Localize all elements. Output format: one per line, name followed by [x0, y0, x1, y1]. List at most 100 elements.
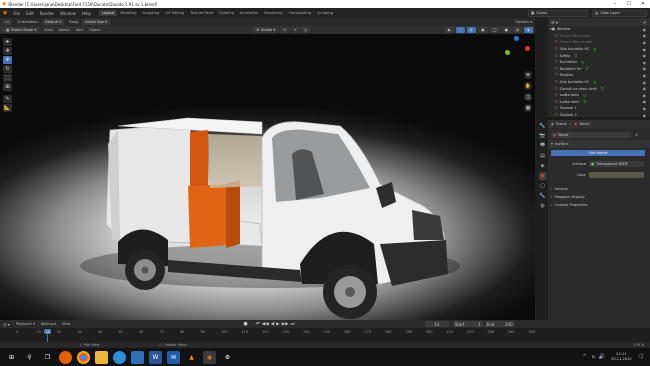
menu-file[interactable]: File [10, 11, 23, 16]
outliner-row[interactable]: ▾▣ Window ◉ [548, 26, 650, 33]
visibility-eye-icon[interactable]: ◉ [643, 27, 647, 32]
menu-select[interactable]: Select [56, 28, 73, 32]
close-button[interactable]: ✕ [636, 1, 650, 7]
material-properties-icon[interactable]: ◍ [539, 202, 547, 210]
tab-rendering[interactable]: Rendering [261, 10, 285, 16]
visibility-eye-icon[interactable]: ◉ [643, 66, 647, 71]
outliner-row[interactable]: ▽ Chrom lišta zrcadel ◉ [548, 39, 650, 46]
visibility-eye-icon[interactable]: ◉ [643, 93, 647, 98]
orientation-dropdown[interactable]: Default ▾ [41, 19, 64, 25]
menu-view[interactable]: View [41, 28, 56, 32]
volume-icon[interactable]: 🔊 [599, 354, 605, 360]
menu-timeline-view[interactable]: View [59, 322, 74, 326]
tab-scripting[interactable]: Scripting [314, 10, 336, 16]
firefox-icon[interactable] [59, 350, 72, 364]
outliner-row[interactable]: ▽ Loďka dolní ▽ ◉ [548, 92, 650, 99]
search-icon[interactable]: ⚲ [23, 351, 36, 364]
camera-view-icon[interactable]: ◫ [524, 93, 532, 101]
3d-viewport[interactable]: ⊕ ✋ ◫ ▦ [0, 34, 535, 320]
shading-solid-icon[interactable]: ● [501, 27, 511, 33]
tab-layout[interactable]: Layout [98, 10, 118, 16]
outliner-row[interactable]: ▽ Loďka horní ▽ ◉ [548, 99, 650, 106]
shading-wireframe-icon[interactable]: ◯ [489, 27, 500, 33]
world-properties-icon[interactable]: ◉ [538, 172, 547, 180]
outliner-row[interactable]: ▽ Sklo kuchařka HC ▽ ◉ [548, 79, 650, 86]
menu-help[interactable]: Help [79, 11, 94, 16]
menu-edit[interactable]: Edit [23, 11, 37, 16]
blender-taskbar-icon[interactable]: ◉ [203, 350, 216, 364]
gizmo-toggle-icon[interactable]: ⬚ [455, 27, 465, 33]
clock[interactable]: 22:11 20.11.2020 [611, 352, 632, 362]
notifications-icon[interactable]: 🗨 [638, 354, 644, 360]
tab-modeling[interactable]: Modeling [117, 10, 139, 16]
windows-start-icon[interactable]: ⊞ [5, 351, 18, 364]
maximize-button[interactable]: ☐ [622, 1, 636, 7]
object-mode-dropdown[interactable]: ▦ Object Mode ▾ [3, 27, 40, 33]
current-frame-field[interactable]: 14 [424, 321, 449, 327]
gizmo-y-axis-icon[interactable] [505, 50, 510, 55]
menu-object[interactable]: Object [86, 28, 104, 32]
visibility-eye-icon[interactable]: ◉ [643, 99, 647, 104]
start-frame-field[interactable]: Start 1 [452, 321, 483, 327]
blender-menu-icon[interactable]: ◉ [3, 10, 7, 16]
end-frame-field[interactable]: End 250 [484, 321, 515, 327]
outliner-row[interactable]: ▽ Podlaha ◉ [548, 72, 650, 79]
outliner-row[interactable]: ▽ Šroubek 2 ◉ [548, 112, 650, 119]
pan-hand-icon[interactable]: ✋ [524, 82, 532, 90]
word-icon[interactable]: W [149, 350, 162, 364]
tool-properties-icon[interactable]: 🔧 [539, 122, 547, 130]
annotate-tool-icon[interactable]: ✎ [3, 95, 12, 103]
outliner-row[interactable]: ▽ Chrom lišta model ◉ [548, 33, 650, 40]
tab-compositing[interactable]: Compositing [286, 10, 315, 16]
overlay-toggle-icon[interactable]: ◐ [467, 27, 477, 33]
visibility-eye-icon[interactable]: ◉ [643, 86, 647, 91]
outliner-editor-icon[interactable]: ☰ ▾ [551, 20, 558, 25]
cursor-tool-icon[interactable]: ⊕ [3, 47, 12, 55]
transform-tool-icon[interactable]: ⊞ [3, 83, 12, 91]
scene-properties-icon[interactable]: ◈ [539, 162, 547, 170]
play-reverse-icon[interactable]: ◀ [271, 322, 274, 327]
record-icon[interactable]: ● [243, 321, 247, 327]
gizmo-x-axis-icon[interactable] [525, 46, 530, 51]
tab-animation[interactable]: Animation [237, 10, 261, 16]
outliner-row[interactable]: ▽ Šroubek 1 ◉ [548, 105, 650, 112]
outliner-row[interactable]: ▽ Kuchařkov ▽ ◉ [548, 59, 650, 66]
visibility-eye-icon[interactable]: ◉ [643, 80, 647, 85]
menu-render[interactable]: Render [37, 11, 57, 16]
visibility-eye-icon[interactable]: ◉ [643, 106, 647, 111]
scene-selector[interactable]: ▣ Scene [528, 9, 588, 17]
visibility-eye-icon[interactable]: ◉ [643, 47, 647, 52]
drag-dropdown[interactable]: Select Box ▾ [81, 19, 110, 25]
outliner-row[interactable]: ▽ Rozložení HV ▽ ◉ [548, 66, 650, 73]
menu-keying[interactable]: Keying ▾ [38, 322, 59, 326]
world-unlink-icon[interactable]: ✕ [635, 133, 638, 137]
select-tool-icon[interactable]: ➤ [3, 38, 12, 46]
tab-shading[interactable]: Shading [216, 10, 237, 16]
visibility-eye-icon[interactable]: ◉ [643, 33, 647, 38]
file-explorer-icon[interactable] [95, 350, 108, 364]
mail-icon[interactable]: ✉ [167, 350, 180, 364]
jump-end-icon[interactable]: ⏭ [291, 321, 295, 327]
chrome-icon[interactable] [77, 350, 90, 364]
settings-icon[interactable]: ⚙ [221, 351, 234, 364]
tab-texture-paint[interactable]: Texture Paint [187, 10, 216, 16]
visibility-eye-icon[interactable]: ◉ [643, 53, 647, 58]
network-icon[interactable]: ⌂ [592, 354, 595, 360]
viewport-display-section-header[interactable]: › Viewport Display [548, 193, 650, 201]
options-menu[interactable]: Options ▾ [512, 20, 535, 24]
navigation-gizmo[interactable] [500, 34, 535, 74]
modifier-properties-icon[interactable]: 🔧 [539, 192, 547, 200]
menu-add[interactable]: Add [73, 28, 86, 32]
menu-window[interactable]: Window [57, 11, 79, 16]
use-nodes-button[interactable]: Use Nodes [551, 150, 645, 156]
output-properties-icon[interactable]: 🖶 [539, 142, 547, 150]
visibility-eye-icon[interactable]: ◉ [643, 113, 647, 118]
shading-material-icon[interactable]: ◍ [512, 27, 522, 33]
transform-orientation-dropdown[interactable]: ⊕ Global ▾ [253, 27, 279, 33]
render-properties-icon[interactable]: 📷 [539, 132, 547, 140]
pivot-icon[interactable]: ⊙ [280, 27, 290, 33]
visibility-icon[interactable]: ◉ [444, 27, 454, 33]
measure-tool-icon[interactable]: 📐 [3, 104, 12, 112]
vlc-icon[interactable]: ▲ [185, 351, 198, 364]
prev-key-icon[interactable]: ◀◀ [262, 322, 269, 327]
